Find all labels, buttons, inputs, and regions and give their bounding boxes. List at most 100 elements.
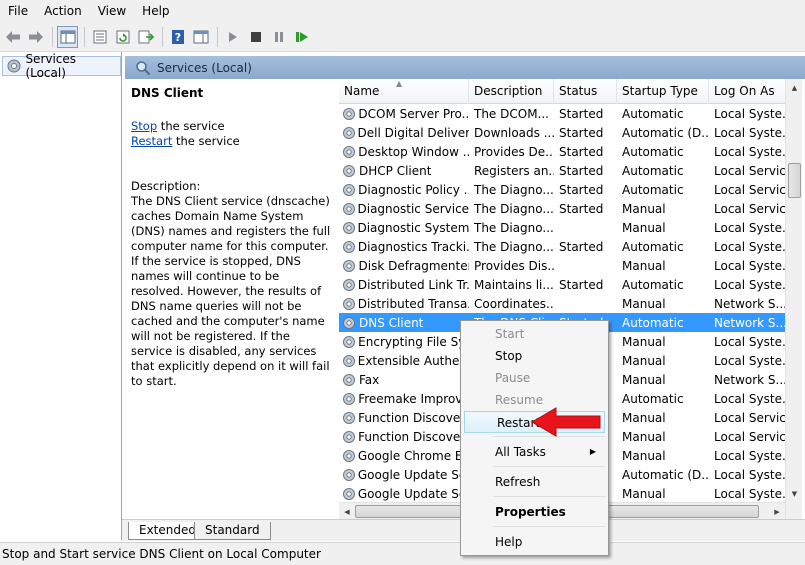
context-menu-all-tasks[interactable]: All Tasks ▶	[463, 441, 606, 463]
column-header-name[interactable]: ▲ Name	[339, 79, 469, 104]
menu-help[interactable]: Help	[134, 0, 177, 22]
tab-standard[interactable]: Standard	[194, 522, 271, 540]
service-name-cell: Diagnostic Policy ...	[339, 182, 469, 198]
svg-text:?: ?	[174, 31, 180, 44]
table-row[interactable]: Distributed Transa... Coordinates... Manua…	[339, 294, 785, 313]
vertical-scroll-thumb[interactable]	[788, 163, 801, 198]
scroll-left-icon[interactable]: ◀	[339, 503, 355, 520]
search-icon	[136, 60, 151, 75]
service-name-cell: Freemake Improver	[339, 391, 469, 407]
service-name: Encrypting File Sy...	[358, 334, 469, 349]
service-status-cell: Started	[559, 201, 604, 216]
service-name: Google Update Se...	[357, 486, 469, 501]
service-name-cell: Distributed Transa...	[339, 296, 469, 312]
toolbar-separator	[84, 26, 85, 47]
service-status-cell: Started	[559, 163, 604, 178]
service-description-cell: Provides Dis...	[474, 258, 554, 273]
gear-icon	[343, 354, 355, 367]
service-name: Distributed Transa...	[357, 296, 469, 311]
column-header-label: Name	[344, 84, 380, 98]
column-header-status[interactable]: Status	[554, 79, 617, 104]
service-logon-cell: Local Syste...	[714, 258, 785, 273]
show-hide-action-pane-icon[interactable]	[190, 26, 211, 48]
pane-header: Services (Local)	[125, 56, 805, 79]
table-row[interactable]: Diagnostics Tracki... The Diagno... Starte…	[339, 237, 785, 256]
menu-bar: File Action View Help	[0, 0, 805, 22]
service-title: DNS Client	[131, 86, 204, 100]
properties-icon[interactable]	[89, 26, 110, 48]
service-startup-cell: Manual	[622, 410, 666, 425]
service-name-cell: Diagnostic System...	[339, 220, 469, 236]
table-row[interactable]: Distributed Link Tr... Maintains li... Sta…	[339, 275, 785, 294]
forward-icon[interactable]	[25, 26, 46, 48]
context-menu-all-tasks-label: All Tasks	[495, 445, 546, 459]
service-startup-cell: Manual	[622, 353, 666, 368]
gear-icon	[7, 59, 21, 73]
refresh-icon[interactable]	[112, 26, 133, 48]
service-logon-cell: Local Syste...	[714, 144, 785, 159]
back-icon[interactable]	[2, 26, 23, 48]
service-name: Function Discover...	[358, 410, 469, 425]
tree-item-services-local[interactable]: Services (Local)	[2, 52, 121, 80]
table-row[interactable]: DCOM Server Pro... The DCOM... Started Auto…	[339, 104, 785, 123]
service-description-cell: The Diagno...	[474, 220, 554, 235]
gear-icon	[343, 449, 355, 462]
table-row[interactable]: Diagnostic Policy ... The Diagno... Starte…	[339, 180, 785, 199]
vertical-scrollbar[interactable]: ▲ ▼	[785, 79, 802, 519]
context-menu-properties[interactable]: Properties	[463, 501, 606, 523]
context-menu-separator	[493, 526, 605, 527]
service-status-cell: Started	[559, 106, 604, 121]
table-row[interactable]: Disk Defragmenter Provides Dis... Manual Lo…	[339, 256, 785, 275]
help-icon[interactable]: ?	[167, 26, 188, 48]
service-name-cell: Function Discover...	[339, 429, 469, 445]
restart-service-icon[interactable]	[291, 26, 312, 48]
service-status-cell: Started	[559, 144, 604, 159]
context-menu-stop[interactable]: Stop	[463, 345, 606, 367]
table-row[interactable]: DHCP Client Registers an... Started Automat…	[339, 161, 785, 180]
console-tree-icon[interactable]	[57, 25, 78, 48]
service-name-cell: Dell Digital Deliver...	[339, 125, 469, 141]
service-startup-cell: Manual	[622, 429, 666, 444]
service-name-cell: Fax	[339, 372, 469, 388]
menu-file[interactable]: File	[0, 0, 36, 22]
context-menu-pause[interactable]: Pause	[463, 367, 606, 389]
scroll-right-icon[interactable]: ▶	[769, 503, 785, 520]
toolbar-separator	[217, 26, 218, 47]
toolbar-separator	[52, 26, 53, 47]
service-startup-cell: Automatic (D...	[622, 125, 709, 140]
column-header-description[interactable]: Description	[469, 79, 554, 104]
menu-action[interactable]: Action	[36, 0, 90, 22]
column-header-startup-type[interactable]: Startup Type	[617, 79, 709, 104]
service-logon-cell: Network S...	[714, 296, 785, 311]
start-service-icon[interactable]	[222, 26, 243, 48]
service-description-cell: The Diagno...	[474, 201, 554, 216]
table-row[interactable]: Diagnostic System... The Diagno... Manual L…	[339, 218, 785, 237]
gear-icon	[343, 335, 355, 348]
stop-service-icon[interactable]	[245, 26, 266, 48]
scroll-up-icon[interactable]: ▲	[786, 79, 803, 96]
context-menu-separator	[493, 496, 605, 497]
service-name: DHCP Client	[359, 163, 432, 178]
table-row[interactable]: Desktop Window ... Provides De... Started A…	[339, 142, 785, 161]
menu-view[interactable]: View	[90, 0, 134, 22]
table-row[interactable]: Diagnostic Service... The Diagno... Starte…	[339, 199, 785, 218]
service-description-cell: Registers an...	[474, 163, 554, 178]
context-menu-help[interactable]: Help	[463, 531, 606, 553]
context-menu-start[interactable]: Start	[463, 323, 606, 345]
description-label: Description:	[131, 179, 201, 193]
scroll-down-icon[interactable]: ▼	[786, 485, 803, 502]
context-menu-refresh[interactable]: Refresh	[463, 471, 606, 493]
service-startup-cell: Manual	[622, 220, 666, 235]
table-row[interactable]: Dell Digital Deliver... Downloads ... Star…	[339, 123, 785, 142]
stop-link[interactable]: Stop	[131, 119, 157, 133]
service-startup-cell: Manual	[622, 372, 666, 387]
export-list-icon[interactable]	[135, 26, 156, 48]
restart-link[interactable]: Restart	[131, 134, 172, 148]
service-name: DNS Client	[359, 315, 424, 330]
service-logon-cell: Local Syste...	[714, 239, 785, 254]
pause-service-icon[interactable]	[268, 26, 289, 48]
gear-icon	[343, 392, 355, 405]
console-tree: Services (Local)	[0, 52, 122, 540]
column-header-log-on-as[interactable]: Log On As	[709, 79, 785, 104]
service-logon-cell: Local Syste...	[714, 277, 785, 292]
